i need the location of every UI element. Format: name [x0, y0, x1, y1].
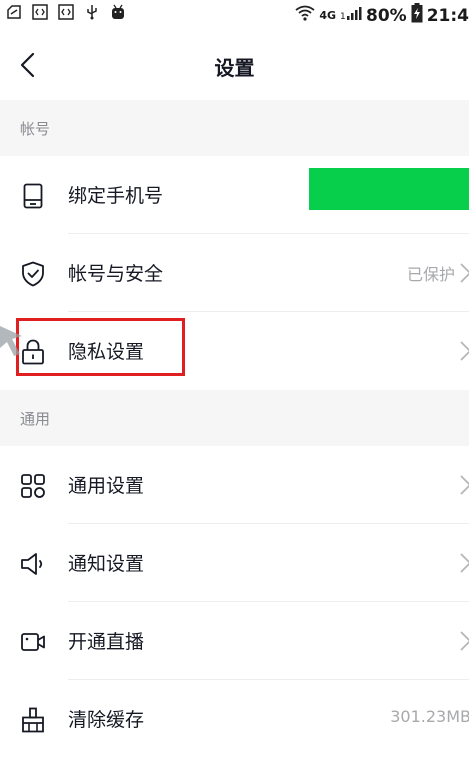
- redaction-block: [309, 168, 469, 210]
- status-bar: 4G 1 80% 21:4: [0, 0, 469, 30]
- chevron-right-icon: [460, 341, 469, 361]
- settings-row-label: 开通直播: [68, 631, 145, 653]
- nav-header: 设置: [0, 30, 469, 100]
- chevron-right-icon: [460, 475, 469, 495]
- chevron-right-icon: [460, 553, 469, 573]
- chevron-right-icon: [460, 631, 469, 651]
- cursor-pointer-icon: [0, 326, 22, 356]
- notification-icon: [6, 4, 22, 20]
- status-value: 已保护: [406, 265, 455, 284]
- shield-check-icon: [20, 261, 46, 287]
- settings-row-clear-cache[interactable]: 清除缓存 301.23MB: [0, 680, 469, 758]
- code-icon: [32, 4, 48, 20]
- status-icons-left: [6, 4, 126, 20]
- grid-icon: [20, 473, 46, 499]
- android-icon: [110, 4, 126, 20]
- network-type: 4G: [319, 9, 336, 22]
- cache-size-value: 301.23MB: [390, 707, 469, 726]
- settings-row-live[interactable]: 开通直播: [0, 602, 469, 680]
- settings-row-account-security[interactable]: 帐号与安全 已保护: [0, 234, 469, 312]
- phone-icon: [20, 183, 46, 209]
- usb-icon: [84, 4, 100, 20]
- wifi-icon: [295, 5, 315, 26]
- section-header-label: 帐号: [20, 120, 51, 138]
- section-header-account: 帐号: [0, 100, 469, 156]
- highlight-box: [16, 318, 185, 376]
- settings-row-label: 通用设置: [68, 475, 145, 497]
- settings-row-label: 帐号与安全: [68, 263, 164, 285]
- status-icons-right: 4G 1 80% 21:4: [295, 3, 469, 28]
- svg-text:1: 1: [340, 12, 346, 21]
- battery-percent: 80%: [366, 5, 407, 26]
- speaker-icon: [20, 551, 46, 577]
- page-title: 设置: [214, 56, 255, 80]
- video-camera-icon: [20, 629, 46, 655]
- signal-icon: 1: [340, 5, 362, 26]
- clock: 21:4: [426, 5, 469, 26]
- settings-row-label: 绑定手机号: [68, 185, 164, 207]
- settings-row-label: 通知设置: [68, 553, 145, 575]
- code-icon-2: [58, 4, 74, 20]
- battery-charging-icon: [411, 3, 423, 28]
- chevron-right-icon: [460, 263, 469, 283]
- settings-row-notifications[interactable]: 通知设置: [0, 524, 469, 602]
- section-header-label: 通用: [20, 410, 51, 428]
- broom-icon: [20, 707, 46, 733]
- section-header-general: 通用: [0, 390, 469, 446]
- settings-row-label: 清除缓存: [68, 709, 145, 731]
- settings-row-general[interactable]: 通用设置: [0, 446, 469, 524]
